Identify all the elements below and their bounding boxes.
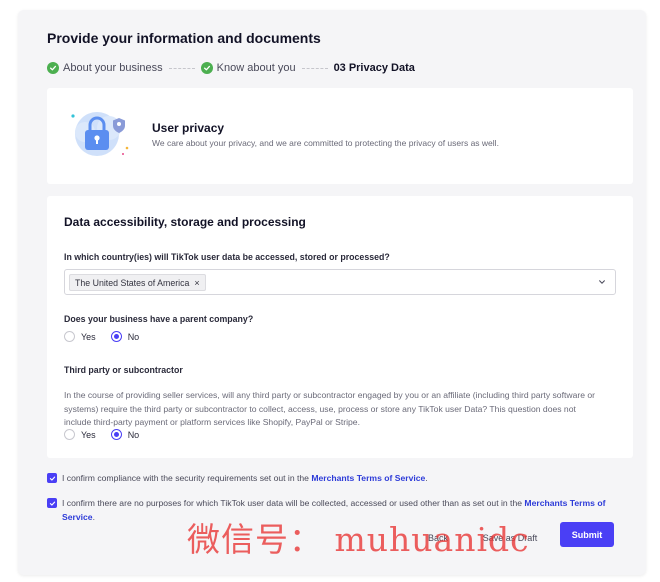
check-circle-icon [200,62,213,74]
chevron-down-icon[interactable] [598,278,606,286]
step-label: Know about you [216,62,296,74]
parent-company-yes-option[interactable]: Yes [64,331,96,342]
privacy-card: User privacy We care about your privacy,… [47,88,633,184]
privacy-description: We care about your privacy, and we are c… [152,138,499,148]
step-label: About your business [63,62,163,74]
step-about-business[interactable]: About your business [47,62,163,74]
submit-button[interactable]: Submit [560,522,614,547]
third-party-description: In the course of providing seller servic… [64,390,596,427]
radio-label: No [127,429,140,440]
terms-link[interactable]: Merchants Terms of Service [311,473,425,483]
radio-label: No [127,331,140,342]
parent-company-radio-group: Yes No [64,331,154,342]
remove-tag-icon[interactable]: × [194,278,199,288]
check-circle-icon [47,62,59,74]
confirm-purposes-checkbox[interactable] [47,498,57,508]
confirm-security-row: I confirm compliance with the security r… [47,472,607,486]
privacy-title: User privacy [152,121,225,135]
confirm-security-checkbox[interactable] [47,473,57,483]
country-tag: The United States of America × [69,274,206,291]
radio-button[interactable] [64,331,75,342]
radio-label: Yes [81,429,96,440]
radio-label: Yes [81,331,96,342]
checkmark-icon [49,501,55,506]
parent-company-question-label: Does your business have a parent company… [64,314,254,324]
step-separator [168,67,195,69]
third-party-no-option[interactable]: No [110,429,140,440]
step-privacy-data[interactable]: 03 Privacy Data [334,62,415,74]
third-party-radio-group: Yes No [64,429,154,440]
step-know-about-you[interactable]: Know about you [200,62,296,74]
lock-shield-illustration [71,112,129,156]
country-question-label: In which country(ies) will TikTok user d… [64,252,390,262]
page-title: Provide your information and documents [47,30,321,46]
confirm-text: I confirm compliance with the security r… [62,473,312,483]
radio-button[interactable] [64,429,75,440]
step-label: Privacy Data [348,62,415,74]
parent-company-no-option[interactable]: No [110,331,140,342]
data-processing-card: Data accessibility, storage and processi… [47,196,633,458]
stepper: About your business Know about you 03 Pr… [47,60,415,76]
third-party-question-label: Third party or subcontractor [64,365,183,375]
country-multiselect[interactable]: The United States of America × [64,269,616,295]
checkmark-icon [49,476,55,481]
form-panel: Provide your information and documents A… [18,10,646,575]
radio-button[interactable] [110,429,122,440]
confirm-text: I confirm there are no purposes for whic… [62,498,525,508]
section-title: Data accessibility, storage and processi… [64,215,306,229]
country-tag-label: The United States of America [75,277,190,288]
watermark: 微信号： muhuanidc [187,520,530,559]
confirm-security-text: I confirm compliance with the security r… [62,472,607,486]
third-party-yes-option[interactable]: Yes [64,429,96,440]
step-separator [301,67,328,69]
confirm-suffix: . [425,473,428,483]
confirm-suffix: . [92,511,95,522]
radio-button[interactable] [110,331,122,342]
step-number: 03 [333,62,346,74]
